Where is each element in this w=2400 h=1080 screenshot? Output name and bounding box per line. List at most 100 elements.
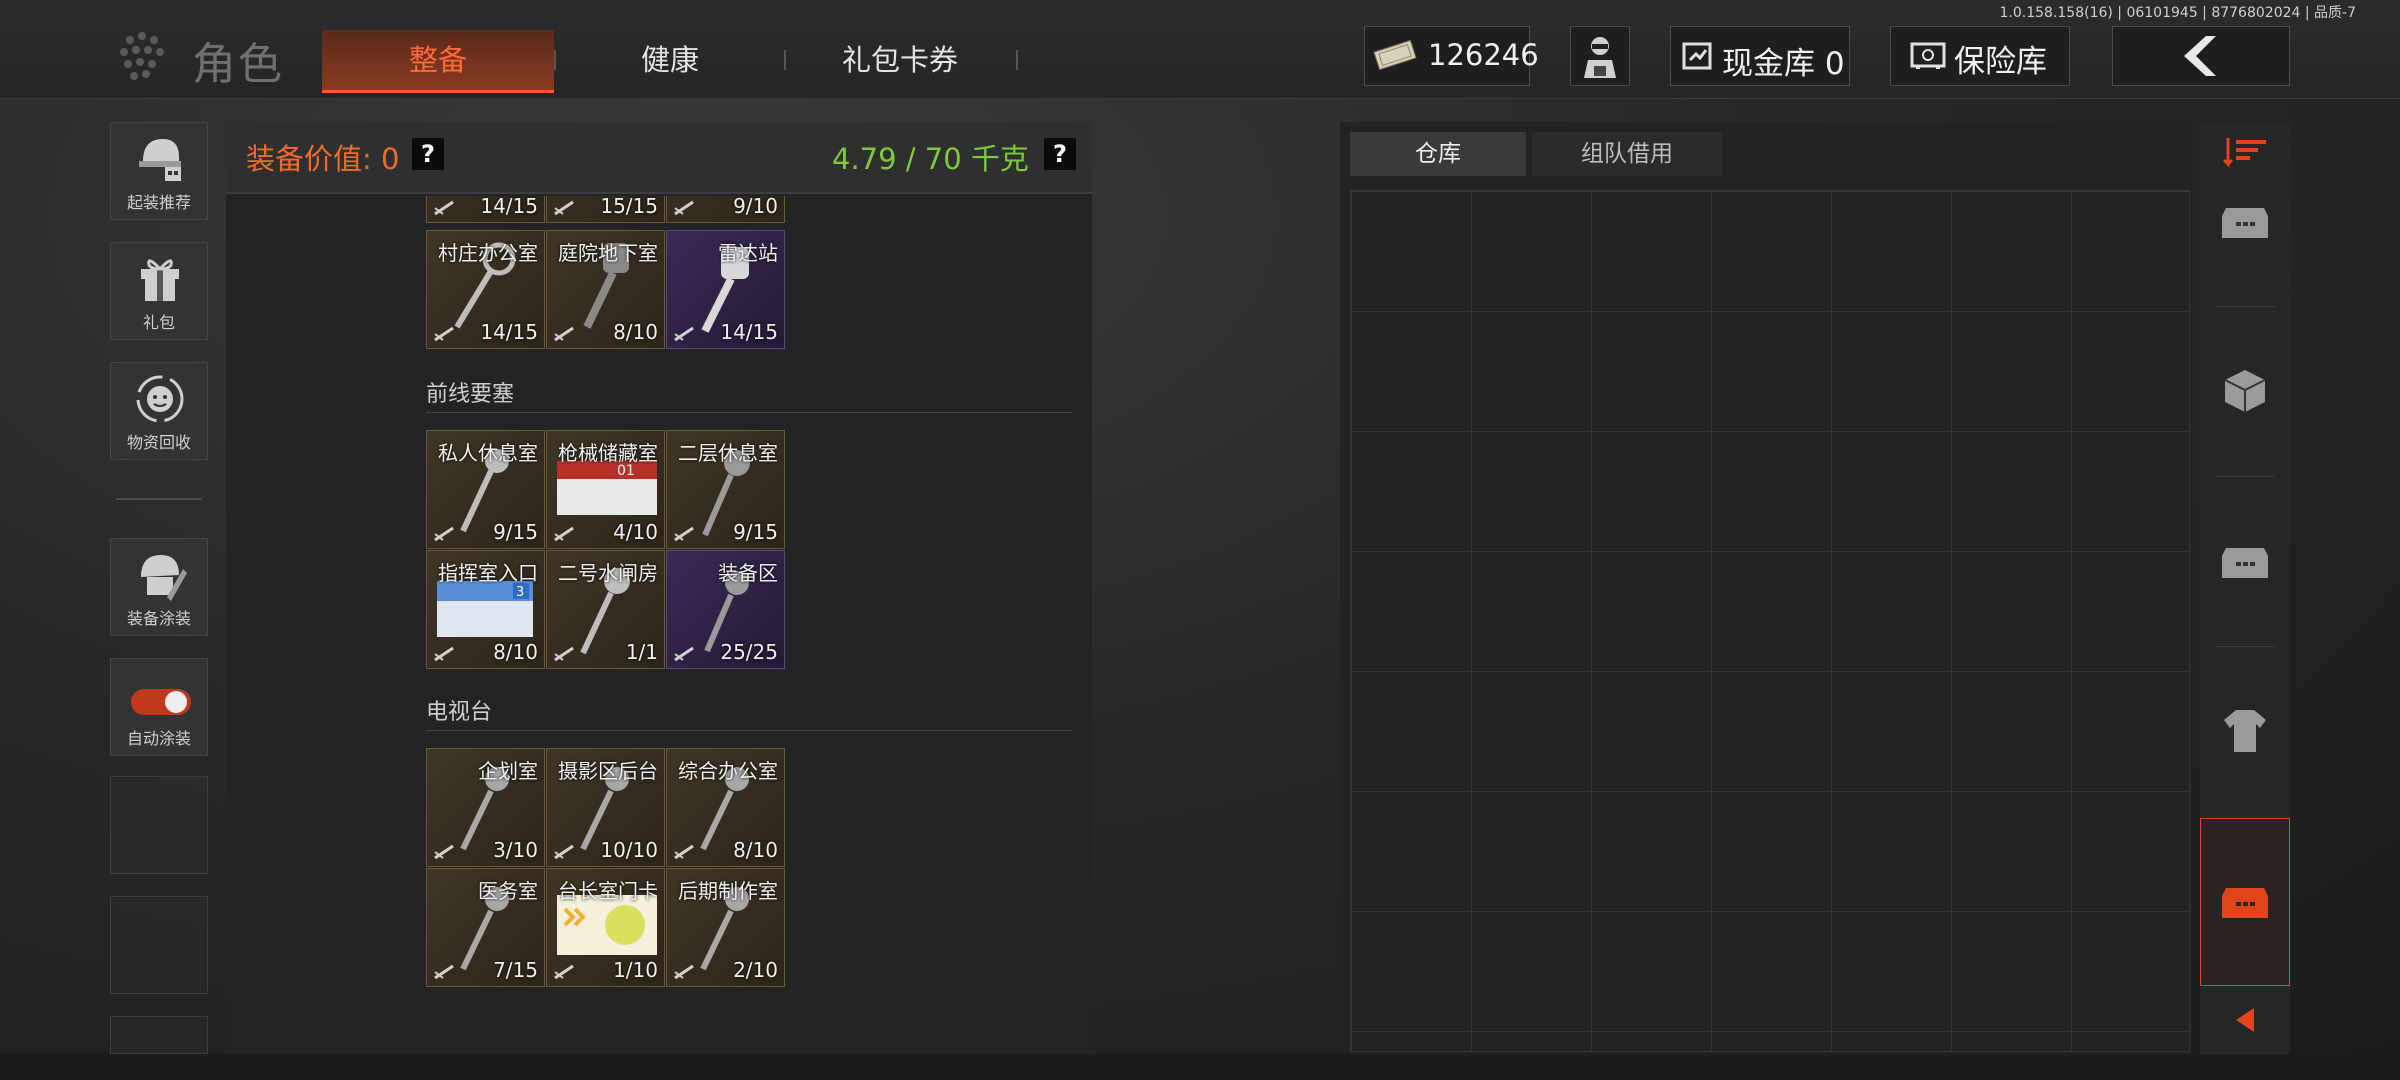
sidebar-label: 起装推荐 xyxy=(126,193,191,212)
item-count: 9/15 xyxy=(733,520,778,544)
value-help-button[interactable]: ? xyxy=(412,138,444,170)
no-durability-icon xyxy=(674,964,694,980)
sidebar-label: 物资回收 xyxy=(126,433,191,452)
key-item-courtyard-basement[interactable]: 庭院地下室 8/10 xyxy=(546,230,665,349)
item-name: 二层休息室 xyxy=(678,441,778,465)
storage-case-icon[interactable] xyxy=(2218,198,2272,244)
storage-case-icon[interactable] xyxy=(2218,538,2272,584)
weight-help-button[interactable]: ? xyxy=(1044,138,1076,170)
key-item-studio-backstage[interactable]: 摄影区后台 10/10 xyxy=(546,748,665,867)
rail-divider xyxy=(2216,476,2274,477)
no-durability-icon xyxy=(434,964,454,980)
sidebar-label: 装备涂装 xyxy=(126,609,191,628)
warehouse-grid[interactable] xyxy=(1350,190,2190,1052)
cube-icon[interactable] xyxy=(2220,366,2270,416)
item-count: 3/10 xyxy=(493,838,538,862)
safe-icon xyxy=(1910,42,1946,69)
sidebar-item-equip-paint[interactable]: 装备涂装 xyxy=(110,538,208,636)
collapse-arrow-icon[interactable] xyxy=(2232,1004,2258,1036)
sort-icon[interactable] xyxy=(2222,136,2268,170)
item-name: 装备区 xyxy=(718,561,778,585)
item-count: 14/15 xyxy=(480,320,538,344)
item-count: 1/10 xyxy=(613,958,658,982)
sidebar-item-auto-paint[interactable]: 自动涂装 xyxy=(110,658,208,756)
cash-bill-icon xyxy=(1373,40,1417,70)
tab-divider xyxy=(554,50,556,70)
key-item-general-office[interactable]: 综合办公室 8/10 xyxy=(666,748,785,867)
key-item[interactable]: 14/15 xyxy=(426,196,545,223)
key-item-sluice-room-2[interactable]: 二号水闸房 1/1 xyxy=(546,550,665,669)
empty-slot xyxy=(110,896,208,994)
key-item-post-production[interactable]: 后期制作室 2/10 xyxy=(666,868,785,987)
item-count: 9/10 xyxy=(733,196,778,218)
no-durability-icon xyxy=(434,646,454,662)
sidebar-label: 礼包 xyxy=(142,313,175,332)
rail-divider xyxy=(2216,646,2274,647)
no-durability-icon xyxy=(434,200,454,216)
item-name: 村庄办公室 xyxy=(438,241,538,265)
key-grid-tv-station: 企划室 3/10 摄影区后台 10/10 综合办公室 8/10 医务室 7/15… xyxy=(426,748,786,988)
no-durability-icon xyxy=(674,526,694,542)
item-count: 2/10 xyxy=(733,958,778,982)
key-item-village-office[interactable]: 村庄办公室 14/15 xyxy=(426,230,545,349)
item-count: 8/10 xyxy=(493,640,538,664)
key-item-command-entrance[interactable]: 3 指挥室入口 8/10 xyxy=(426,550,545,669)
no-durability-icon xyxy=(554,200,574,216)
item-count: 7/15 xyxy=(493,958,538,982)
item-count: 9/15 xyxy=(493,520,538,544)
toggle-icon[interactable] xyxy=(129,687,193,717)
item-name: 摄影区后台 xyxy=(558,759,658,783)
sidebar-label: 自动涂装 xyxy=(126,729,191,748)
no-durability-icon xyxy=(554,844,574,860)
bottom-bar xyxy=(0,1054,2400,1080)
tab-health[interactable]: 健康 xyxy=(560,30,780,90)
key-item[interactable]: 15/15 xyxy=(546,196,665,223)
key-item-second-floor-lounge[interactable]: 二层休息室 9/15 xyxy=(666,430,785,549)
tab-gift-cards[interactable]: 礼包卡券 xyxy=(790,30,1010,90)
version-text: 1.0.158.158(16) | 06101945 | 8776802024 … xyxy=(1999,5,2357,21)
key-item[interactable]: 9/10 xyxy=(666,196,785,223)
storage-case-icon[interactable] xyxy=(2218,878,2272,924)
key-grid-frontline: 私人休息室 9/15 01 枪械储藏室 4/10 二层休息室 9/15 3 指挥… xyxy=(426,430,786,670)
key-item-radar-station[interactable]: 雷达站 14/15 xyxy=(666,230,785,349)
item-count: 1/1 xyxy=(625,640,658,664)
key-item-director-keycard[interactable]: 台长室门卡 1/10 xyxy=(546,868,665,987)
sidebar-item-loadout-recommend[interactable]: 起装推荐 xyxy=(110,122,208,220)
empty-slot xyxy=(110,776,208,874)
tab-warehouse[interactable]: 仓库 xyxy=(1350,132,1526,176)
item-name: 枪械储藏室 xyxy=(558,441,658,465)
safe-vault-label: 保险库 xyxy=(1954,44,2047,80)
no-durability-icon xyxy=(554,526,574,542)
key-item-planning-room[interactable]: 企划室 3/10 xyxy=(426,748,545,867)
tab-team-borrow[interactable]: 组队借用 xyxy=(1532,132,1722,176)
sidebar-item-recycle[interactable]: 物资回收 xyxy=(110,362,208,460)
cash-vault-label: 现金库 0 xyxy=(1722,46,1845,82)
recycle-icon xyxy=(136,375,184,423)
no-durability-icon xyxy=(434,326,454,342)
tab-divider xyxy=(784,50,786,70)
item-count: 4/10 xyxy=(613,520,658,544)
section-divider xyxy=(426,412,1072,413)
tab-equip[interactable]: 整备 xyxy=(322,30,554,93)
key-item-private-lounge[interactable]: 私人休息室 9/15 xyxy=(426,430,545,549)
paint-helmet-icon xyxy=(141,555,187,601)
money-amount: 126246 xyxy=(1428,38,1539,72)
no-durability-icon xyxy=(554,964,574,980)
key-item-medical-room[interactable]: 医务室 7/15 xyxy=(426,868,545,987)
cash-vault-icon xyxy=(1682,42,1712,70)
key-item-equipment-area[interactable]: 装备区 25/25 xyxy=(666,550,785,669)
section-divider xyxy=(426,730,1072,731)
empty-slot xyxy=(110,1016,208,1054)
key-item-armory[interactable]: 01 枪械储藏室 4/10 xyxy=(546,430,665,549)
sidebar-item-gift[interactable]: 礼包 xyxy=(110,242,208,340)
svg-text:3: 3 xyxy=(516,585,524,600)
rail-divider xyxy=(2216,306,2274,307)
shirt-icon[interactable] xyxy=(2220,706,2270,756)
no-durability-icon xyxy=(674,844,694,860)
item-name: 指挥室入口 xyxy=(438,561,538,585)
no-durability-icon xyxy=(674,326,694,342)
item-name: 庭院地下室 xyxy=(558,241,658,265)
key-grid-village: 村庄办公室 14/15 庭院地下室 8/10 雷达站 14/15 xyxy=(426,230,786,350)
page-title: 角色 xyxy=(192,39,284,90)
item-count: 8/10 xyxy=(733,838,778,862)
